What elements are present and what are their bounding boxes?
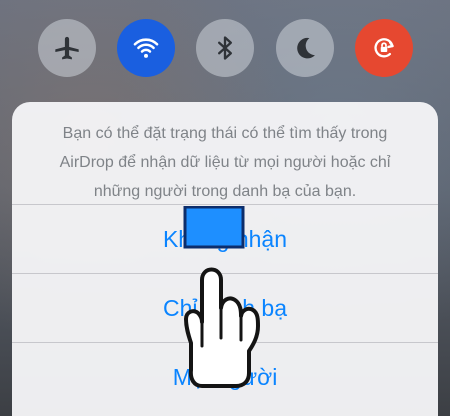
- bluetooth-icon: [218, 36, 232, 60]
- wifi-toggle[interactable]: [117, 19, 175, 77]
- moon-icon: [297, 37, 315, 59]
- rotation-lock-toggle[interactable]: [355, 19, 413, 77]
- control-center-quick-toggles: [0, 0, 450, 110]
- tap-hand-icon: [183, 206, 260, 388]
- airplane-mode-toggle[interactable]: [38, 19, 96, 77]
- do-not-disturb-toggle[interactable]: [276, 19, 334, 77]
- bluetooth-toggle[interactable]: [196, 19, 254, 77]
- wifi-icon: [133, 38, 159, 58]
- airdrop-message: Bạn có thể đặt trạng thái có thể tìm thấ…: [59, 125, 391, 200]
- rotation-lock-icon: [374, 38, 394, 58]
- airplane-icon: [55, 36, 79, 60]
